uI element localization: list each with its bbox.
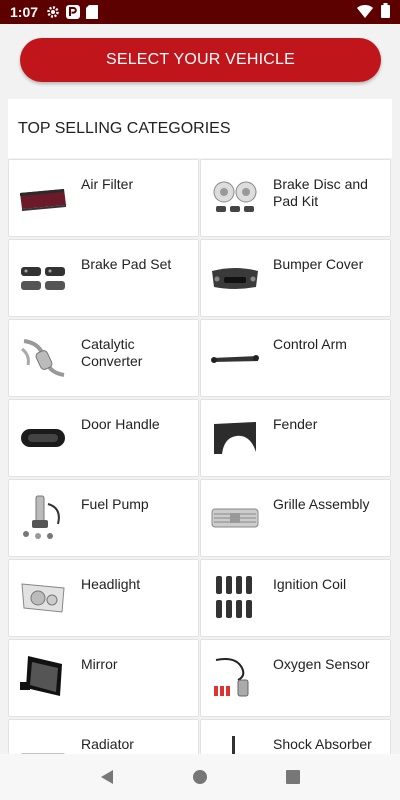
category-label: Catalytic Converter (81, 336, 143, 369)
air-filter-icon (17, 174, 69, 222)
category-label: Oxygen Sensor (273, 656, 370, 672)
system-navigation-bar (0, 754, 400, 800)
mirror-icon (17, 654, 69, 702)
wifi-icon (357, 4, 373, 21)
category-tile-bumper-cover[interactable]: Bumper Cover (200, 239, 391, 317)
category-tile-headlight[interactable]: Headlight (8, 559, 199, 637)
brake-disc-icon (209, 174, 261, 222)
sd-card-icon (86, 5, 99, 19)
category-tile-catalytic-converter[interactable]: Catalytic Converter (8, 319, 199, 397)
category-label: Door Handle (81, 416, 160, 432)
category-tile-control-arm[interactable]: Control Arm (200, 319, 391, 397)
back-icon (100, 770, 113, 784)
control-arm-icon (209, 334, 261, 382)
category-label: Ignition Coil (273, 576, 347, 592)
fender-icon (209, 414, 261, 462)
category-label: Headlight (81, 576, 141, 592)
category-label: Bumper Cover (273, 256, 364, 272)
parking-icon (66, 5, 81, 19)
ignition-coil-icon (209, 574, 261, 622)
category-tile-air-filter[interactable]: Air Filter (8, 159, 199, 237)
home-icon (192, 770, 207, 784)
category-tile-brake-disc-pad-kit[interactable]: Brake Disc and Pad Kit (200, 159, 391, 237)
grille-icon (209, 494, 261, 542)
category-label: Brake Pad Set (81, 256, 172, 272)
category-tile-fuel-pump[interactable]: Fuel Pump (8, 479, 199, 557)
shock-absorber-icon (209, 734, 261, 754)
select-vehicle-button[interactable]: SELECT YOUR VEHICLE (20, 38, 381, 82)
category-tile-radiator[interactable]: Radiator (8, 719, 199, 754)
gear-icon (46, 5, 60, 19)
category-label: Air Filter (81, 176, 134, 192)
categories-grid: Air Filter Brake Disc and Pad Kit Brake … (8, 159, 392, 754)
category-label: Fuel Pump (81, 496, 149, 512)
recents-button[interactable] (273, 757, 313, 797)
brake-pad-icon (17, 254, 69, 302)
radiator-icon (17, 734, 69, 754)
status-bar: 1:07 (0, 0, 400, 24)
category-label: Fender (273, 416, 318, 432)
back-button[interactable] (87, 757, 127, 797)
category-tile-fender[interactable]: Fender (200, 399, 391, 477)
status-time: 1:07 (10, 4, 39, 20)
category-tile-door-handle[interactable]: Door Handle (8, 399, 199, 477)
category-tile-shock-absorber[interactable]: Shock Absorber (200, 719, 391, 754)
door-handle-icon (17, 414, 69, 462)
category-tile-brake-pad-set[interactable]: Brake Pad Set (8, 239, 199, 317)
category-tile-mirror[interactable]: Mirror (8, 639, 199, 717)
category-label: Control Arm (273, 336, 347, 352)
battery-icon (381, 3, 390, 21)
bumper-cover-icon (209, 254, 261, 302)
category-label: Mirror (81, 656, 118, 672)
category-tile-ignition-coil[interactable]: Ignition Coil (200, 559, 391, 637)
catalytic-converter-icon (17, 334, 69, 382)
oxygen-sensor-icon (209, 654, 261, 702)
home-button[interactable] (180, 757, 220, 797)
category-tile-oxygen-sensor[interactable]: Oxygen Sensor (200, 639, 391, 717)
recents-icon (286, 770, 301, 784)
category-label: Brake Disc and Pad Kit (273, 176, 368, 209)
category-label: Shock Absorber (273, 736, 372, 752)
fuel-pump-icon (17, 494, 69, 542)
category-label: Radiator (81, 736, 134, 752)
headlight-icon (17, 574, 69, 622)
category-label: Grille Assembly (273, 496, 370, 512)
categories-header: TOP SELLING CATEGORIES (8, 99, 392, 158)
category-tile-grille-assembly[interactable]: Grille Assembly (200, 479, 391, 557)
